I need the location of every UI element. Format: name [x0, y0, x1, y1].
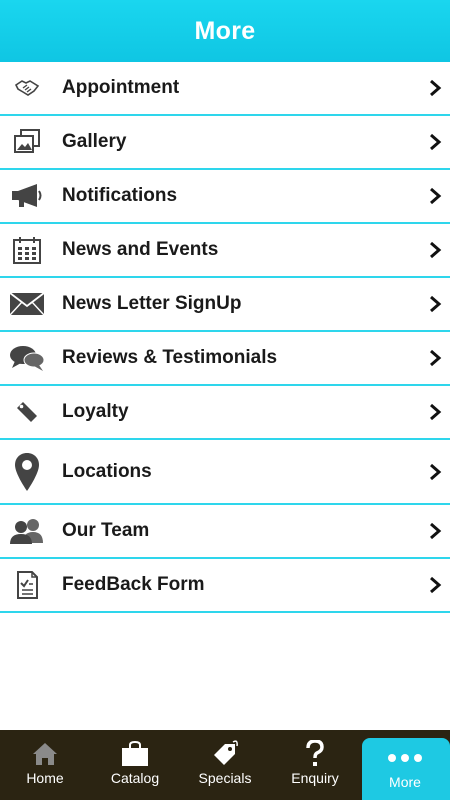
chevron-right-icon	[430, 463, 442, 480]
tab-more[interactable]: More	[360, 730, 450, 800]
tab-label: Specials	[198, 770, 252, 786]
app-header: More	[0, 0, 450, 62]
chevron-right-icon	[430, 576, 442, 594]
shopping-bag-icon	[121, 740, 149, 768]
speech-bubbles-icon	[8, 339, 46, 377]
menu-item-newsletter-signup[interactable]: News Letter SignUp	[0, 278, 450, 332]
page-title: More	[194, 16, 256, 45]
handshake-icon	[8, 69, 46, 107]
menu-item-label: Reviews & Testimonials	[62, 347, 278, 368]
menu-item-label: Our Team	[62, 520, 150, 541]
menu-item-gallery[interactable]: Gallery	[0, 116, 450, 170]
more-dots-icon	[387, 744, 423, 772]
menu-item-label: Appointment	[62, 77, 180, 98]
chevron-right-icon	[430, 241, 442, 259]
envelope-icon	[8, 285, 46, 323]
chevron-right-icon	[430, 349, 442, 367]
chevron-right-icon	[430, 295, 442, 313]
menu-item-label: Notifications	[62, 185, 178, 206]
menu-item-label: Gallery	[62, 131, 127, 152]
tab-catalog[interactable]: Catalog	[90, 730, 180, 800]
menu-item-feedback-form[interactable]: FeedBack Form	[0, 559, 450, 613]
megaphone-icon	[8, 177, 46, 215]
menu-item-label: News and Events	[62, 239, 219, 260]
menu-item-label: Loyalty	[62, 401, 129, 422]
tab-label: More	[389, 774, 421, 790]
more-menu-list: Appointment Gallery Notifications News a…	[0, 62, 450, 613]
tab-enquiry[interactable]: Enquiry	[270, 730, 360, 800]
tab-label: Enquiry	[291, 770, 339, 786]
menu-item-locations[interactable]: Locations	[0, 440, 450, 505]
menu-item-appointment[interactable]: Appointment	[0, 62, 450, 116]
chevron-right-icon	[430, 403, 442, 421]
menu-item-loyalty[interactable]: Loyalty	[0, 386, 450, 440]
chevron-right-icon	[430, 522, 442, 540]
tab-label: Catalog	[110, 770, 160, 786]
question-mark-icon	[305, 740, 325, 768]
chevron-right-icon	[430, 79, 442, 97]
chevron-right-icon	[430, 133, 442, 151]
menu-item-news-and-events[interactable]: News and Events	[0, 224, 450, 278]
people-icon	[8, 512, 46, 550]
menu-item-our-team[interactable]: Our Team	[0, 505, 450, 559]
map-pin-icon	[8, 452, 46, 491]
menu-item-label: FeedBack Form	[62, 574, 205, 595]
tab-specials[interactable]: Specials	[180, 730, 270, 800]
gallery-icon	[8, 123, 46, 161]
calendar-icon	[8, 231, 46, 269]
chevron-right-icon	[430, 187, 442, 205]
menu-item-reviews-testimonials[interactable]: Reviews & Testimonials	[0, 332, 450, 386]
menu-item-notifications[interactable]: Notifications	[0, 170, 450, 224]
tag-icon	[8, 393, 46, 431]
menu-item-label: News Letter SignUp	[62, 293, 242, 314]
price-tag-icon	[211, 740, 239, 768]
bottom-tab-bar: Home Catalog Specials Enquiry More	[0, 730, 450, 800]
home-icon	[32, 740, 58, 768]
tab-home[interactable]: Home	[0, 730, 90, 800]
tab-label: Home	[26, 770, 64, 786]
menu-item-label: Locations	[62, 460, 152, 482]
feedback-form-icon	[8, 566, 46, 604]
